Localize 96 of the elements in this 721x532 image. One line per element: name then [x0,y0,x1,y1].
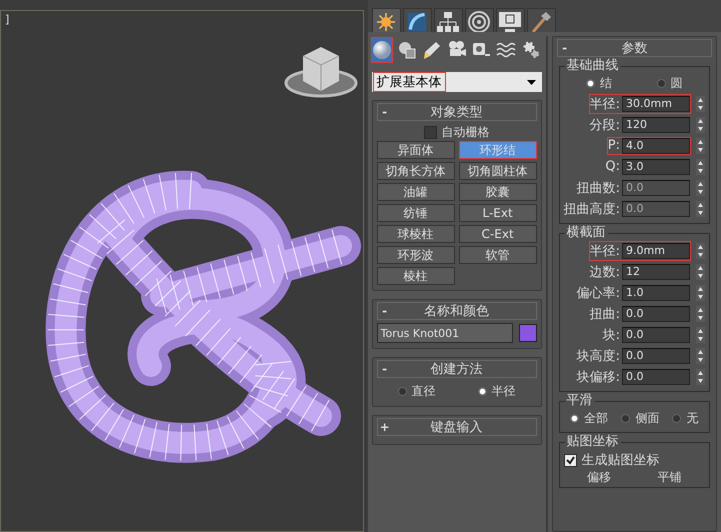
spinner-arrows-icon[interactable] [696,368,705,384]
radio-label: 无 [686,410,698,426]
field-label: 边数: [590,264,620,280]
spinner-field[interactable]: 1.0 [622,284,690,300]
field-label: 扭曲高度: [564,200,620,218]
field-label: 块偏移: [576,368,620,386]
gears-icon [521,40,542,60]
object-type-button[interactable]: 球棱柱 [376,225,455,243]
checkbox-label: 生成贴图坐标 [582,452,660,469]
spinner-field[interactable]: 120 [622,116,690,132]
radio-button[interactable] [398,386,407,396]
spinner-field[interactable]: 12 [622,264,690,280]
color-swatch[interactable] [518,324,537,342]
spinner-arrows-icon[interactable] [696,284,705,300]
field-label: 扭曲: [590,306,620,322]
field-label: 半径: [590,96,620,112]
sphere-icon [372,40,392,60]
dropdown-value: 扩展基本体 [374,73,445,91]
rollout-header[interactable]: - 参数 [556,39,712,57]
spinner-field[interactable]: 30.0mm [622,96,690,112]
hierarchy-icon [437,10,460,32]
group-title: 贴图坐标 [564,434,621,450]
field-label: 扭曲数: [576,180,620,196]
object-type-button[interactable]: 异面体 [376,141,455,159]
field-label: P: [608,138,620,153]
spinner-field[interactable]: 0.0 [622,348,690,364]
group-title: 横截面 [564,225,608,241]
radio-label: 直径 [412,382,436,400]
field-label: Q: [605,159,620,174]
radio-button[interactable] [656,78,666,88]
name-field[interactable]: Torus Knot001 [376,323,513,343]
object-type-button[interactable]: 棱柱 [376,267,455,285]
object-type-button[interactable]: L-Ext [458,204,537,222]
spinner-arrows-icon[interactable] [696,138,705,154]
spinner-field[interactable]: 9.0mm [622,242,690,258]
object-type-button[interactable]: 软管 [458,246,537,264]
spinner-arrows-icon[interactable] [696,116,705,132]
object-type-button[interactable]: C-Ext [458,225,537,243]
spinner-arrows-icon[interactable] [696,180,705,196]
object-type-button[interactable]: 切角圆柱体 [458,162,537,180]
spinner-field[interactable]: 0.0 [622,306,690,322]
field-label: 块: [602,326,620,344]
rollout-header[interactable]: - 名称和颜色 [376,302,537,320]
field-label: 半径: [590,242,620,260]
rollout-header[interactable]: + 键盘输入 [376,418,537,436]
object-type-button[interactable]: 纺锤 [376,204,455,222]
spinner-field[interactable]: 3.0 [622,158,690,174]
spinner-field[interactable]: 4.0 [622,138,690,154]
caret-icon [526,80,536,84]
object-type-button[interactable]: 胶囊 [458,183,537,201]
radio-label: 半径 [492,382,516,400]
monitor-icon [498,10,522,32]
object-type-button[interactable]: 油罐 [376,183,455,201]
radio-label: 结 [600,74,612,92]
category-button[interactable] [372,38,392,62]
target-icon [468,10,490,32]
spinner-arrows-icon[interactable] [696,306,705,322]
curve-icon [407,12,428,32]
radio-button[interactable] [621,414,630,422]
radio-button[interactable] [478,386,487,396]
rollout-header[interactable]: - 对象类型 [376,103,537,121]
spinner-arrows-icon[interactable] [696,158,705,174]
spinner-field[interactable]: 0.0 [622,368,690,384]
checkbox[interactable] [424,126,437,139]
radio-button[interactable] [570,414,580,422]
group-title: 基础曲线 [564,58,621,74]
field-label: 块高度: [576,348,620,364]
viewport-label: ] [5,13,10,26]
column-label: 平铺 [658,471,682,483]
spinner-arrows-icon[interactable] [696,326,705,342]
category-dropdown[interactable]: 扩展基本体 [372,72,542,92]
group-title: 平滑 [564,393,595,409]
radio-button[interactable] [586,78,595,88]
radio-button[interactable] [672,414,682,422]
object-type-button[interactable]: 环形波 [376,246,455,264]
checkbox[interactable] [564,454,577,466]
viewcube-icon[interactable] [284,47,358,98]
spinner-arrows-icon[interactable] [696,200,705,216]
shapes-icon [396,40,417,60]
radio-label: 全部 [584,410,608,426]
radio-label: 侧面 [635,410,660,426]
rollout-header[interactable]: - 创建方法 [376,360,537,378]
field-label: 偏心率: [576,284,620,302]
sun-icon [377,12,396,30]
hammer-icon [530,10,552,32]
spinner-arrows-icon[interactable] [696,348,705,364]
spinner-field[interactable]: 0.0 [622,326,690,342]
column-label: 偏移 [586,471,611,483]
checkbox-label: 自动栅格 [442,124,490,141]
radio-label: 圆 [670,74,683,92]
spinner-arrows-icon[interactable] [696,96,705,112]
spinner-arrows-icon[interactable] [696,264,705,280]
object-type-button[interactable]: 切角长方体 [376,162,455,180]
field-label: 分段: [590,116,620,134]
spinner-arrows-icon[interactable] [696,242,705,258]
waves-icon [496,40,516,60]
